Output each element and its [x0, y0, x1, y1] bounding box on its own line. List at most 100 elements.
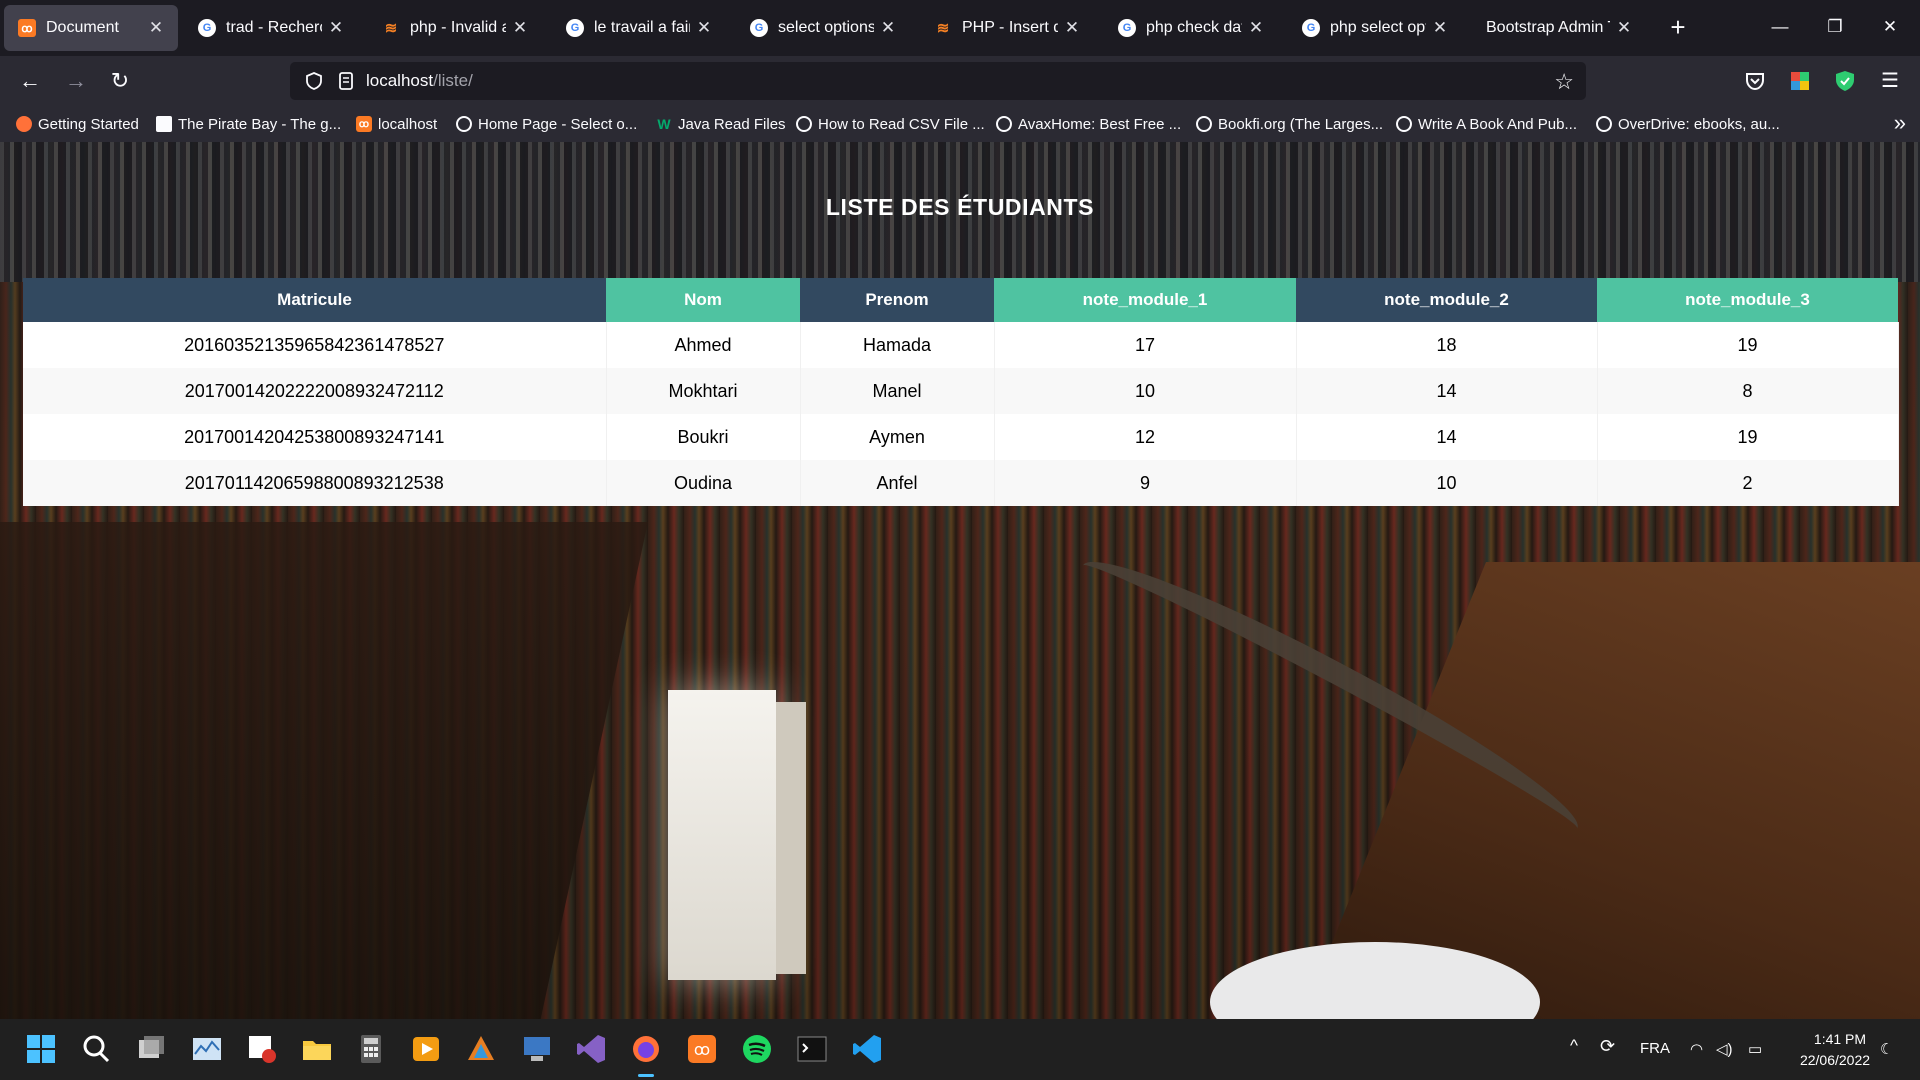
firefox-icon [16, 116, 32, 132]
battery-icon[interactable]: ▭ [1748, 1040, 1762, 1058]
language-indicator[interactable]: FRA [1640, 1040, 1670, 1057]
tracking-protection-icon[interactable] [304, 71, 324, 91]
reload-button[interactable]: ↻ [104, 65, 136, 97]
globe-icon [456, 116, 472, 132]
tab-title: Bootstrap Admin The [1486, 19, 1610, 36]
bookmark-label: How to Read CSV File ... [818, 115, 985, 133]
background-lamp [668, 690, 776, 980]
bookmark-item[interactable]: ꝏ localhost [356, 113, 437, 135]
restore-button[interactable]: ❐ [1815, 10, 1855, 46]
pocket-icon[interactable] [1743, 69, 1767, 93]
close-icon[interactable]: ✕ [1064, 18, 1080, 38]
tab-travail[interactable]: G le travail a faire - ✕ [552, 5, 726, 51]
page-info-icon[interactable] [336, 71, 356, 91]
vscode-icon[interactable] [850, 1032, 884, 1066]
sync-icon[interactable]: ⟳ [1600, 1036, 1615, 1057]
bookmark-item[interactable]: Getting Started [16, 113, 139, 135]
bookmark-star-icon[interactable]: ☆ [1554, 69, 1574, 95]
file-explorer-icon[interactable] [300, 1032, 334, 1066]
url-bar[interactable]: localhost/liste/ ☆ [290, 62, 1586, 100]
url-host: localhost [366, 71, 434, 90]
close-icon[interactable]: ✕ [328, 18, 344, 38]
tab-php-check-date[interactable]: G php check date g ✕ [1104, 5, 1278, 51]
tab-php-insert[interactable]: ≋ PHP - Insert date ✕ [920, 5, 1094, 51]
chevron-right-icon[interactable]: » [1894, 110, 1906, 136]
new-tab-button[interactable]: + [1660, 10, 1696, 46]
page-title: LISTE DES ÉTUDIANTS [825, 194, 1095, 220]
spotify-icon[interactable] [740, 1032, 774, 1066]
tab-php-invalid[interactable]: ≋ php - Invalid arg ✕ [368, 5, 542, 51]
extension-icon[interactable] [1788, 69, 1812, 93]
bookmark-item[interactable]: W Java Read Files [656, 113, 785, 135]
media-player-icon[interactable] [409, 1032, 443, 1066]
forward-button[interactable]: → [60, 65, 92, 97]
url-text[interactable]: localhost/liste/ [366, 71, 473, 91]
task-view-icon[interactable] [134, 1032, 168, 1066]
visual-studio-icon[interactable] [574, 1032, 608, 1066]
cell-note-module-2: 10 [1296, 460, 1598, 506]
network-app-icon[interactable] [520, 1032, 554, 1066]
bookmark-item[interactable]: OverDrive: ebooks, au... [1596, 113, 1780, 135]
close-icon[interactable]: ✕ [512, 18, 528, 38]
google-icon: G [198, 19, 216, 37]
navigation-bar: ← → ↻ localhost/liste/ ☆ ☰ [0, 56, 1920, 106]
close-icon[interactable]: ✕ [696, 18, 712, 38]
cell-prenom: Anfel [800, 460, 995, 506]
tab-title: trad - Recherche [226, 19, 322, 36]
cell-note-module-2: 18 [1296, 322, 1598, 368]
tab-bootstrap-admin[interactable]: Bootstrap Admin The ✕ [1472, 5, 1646, 51]
column-header-nom: Nom [606, 278, 800, 322]
globe-icon [996, 116, 1012, 132]
wifi-icon[interactable]: ◠ [1690, 1040, 1703, 1058]
xampp-icon: ꝏ [356, 116, 372, 132]
terminal-icon[interactable] [795, 1032, 829, 1066]
chevron-up-icon[interactable]: ^ [1570, 1036, 1578, 1056]
firefox-icon[interactable] [629, 1032, 663, 1066]
bookmark-label: The Pirate Bay - The g... [178, 115, 342, 133]
adblock-shield-icon[interactable] [1833, 69, 1857, 93]
notifications-icon[interactable]: ☾ [1880, 1040, 1893, 1058]
menu-icon[interactable]: ☰ [1874, 65, 1906, 97]
close-icon[interactable]: ✕ [148, 18, 164, 38]
bookmark-item[interactable]: Bookfi.org (The Larges... [1196, 113, 1383, 135]
tab-php-select[interactable]: G php select optior ✕ [1288, 5, 1462, 51]
tab-select-options[interactable]: G select options htr ✕ [736, 5, 910, 51]
close-icon[interactable]: ✕ [1248, 18, 1264, 38]
clock-time[interactable]: 1:41 PM [1795, 1031, 1885, 1047]
windows-start-icon[interactable] [24, 1032, 58, 1066]
app-icon[interactable] [464, 1032, 498, 1066]
bookmark-item[interactable]: Write A Book And Pub... [1396, 113, 1577, 135]
tab-strip: ꝏ Document ✕ G trad - Recherche ✕ ≋ php … [0, 0, 1920, 56]
calculator-icon[interactable] [354, 1032, 388, 1066]
table-row: 20170014202222008932472112 Mokhtari Mane… [23, 368, 1899, 414]
close-icon[interactable]: ✕ [1432, 18, 1448, 38]
bookmark-label: OverDrive: ebooks, au... [1618, 115, 1780, 133]
resource-monitor-icon[interactable] [190, 1032, 224, 1066]
snipping-tool-icon[interactable] [245, 1032, 279, 1066]
bookmark-label: Home Page - Select o... [478, 115, 638, 133]
clock-date[interactable]: 22/06/2022 [1785, 1052, 1885, 1068]
bookmark-item[interactable]: AvaxHome: Best Free ... [996, 113, 1181, 135]
tab-document[interactable]: ꝏ Document ✕ [4, 5, 178, 51]
close-icon[interactable]: ✕ [1616, 18, 1632, 38]
tab-trad[interactable]: G trad - Recherche ✕ [184, 5, 358, 51]
cell-prenom: Hamada [800, 322, 995, 368]
bookmark-label: AvaxHome: Best Free ... [1018, 115, 1182, 133]
volume-icon[interactable]: ◁) [1716, 1040, 1733, 1058]
close-window-button[interactable]: ✕ [1870, 10, 1910, 46]
search-icon[interactable] [79, 1032, 113, 1066]
background-lamp-side [776, 702, 806, 974]
close-icon[interactable]: ✕ [880, 18, 896, 38]
cell-matricule: 20170014204253800893247141 [23, 414, 607, 460]
xampp-icon[interactable]: ꝏ [685, 1032, 719, 1066]
bookmark-item[interactable]: How to Read CSV File ... [796, 113, 985, 135]
tab-title: PHP - Insert date [962, 19, 1058, 36]
tab-title: le travail a faire - [594, 19, 690, 36]
bookmark-item[interactable]: The Pirate Bay - The g... [156, 113, 341, 135]
bookmark-item[interactable]: Home Page - Select o... [456, 113, 637, 135]
column-header-note-module-2: note_module_2 [1296, 278, 1597, 322]
minimize-button[interactable]: — [1760, 10, 1800, 46]
cell-note-module-2: 14 [1296, 414, 1598, 460]
w3-icon: W [657, 116, 671, 132]
back-button[interactable]: ← [14, 65, 46, 97]
